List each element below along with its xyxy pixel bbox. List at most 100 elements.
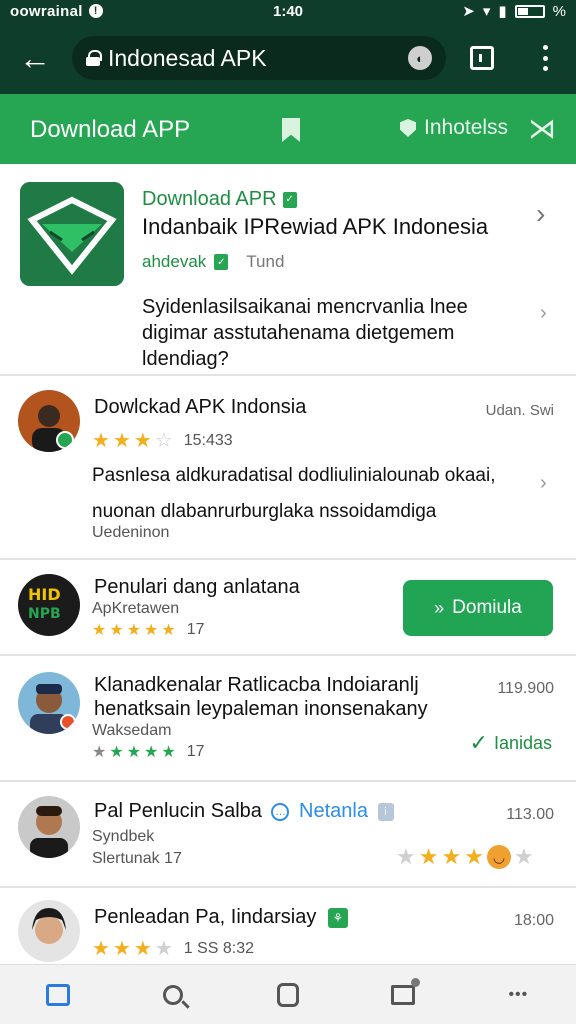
star-icon: ★ bbox=[109, 744, 124, 761]
list-item[interactable]: HID NPB Penulari dang anlatana ApKretawe… bbox=[0, 560, 576, 656]
more-icon: ••• bbox=[508, 985, 529, 1003]
avatar bbox=[18, 390, 80, 452]
item-sub: Waksedam bbox=[92, 722, 172, 739]
chevron-right-icon[interactable]: › bbox=[540, 472, 547, 495]
back-arrow-icon[interactable]: ← bbox=[0, 22, 70, 94]
featured-app-card[interactable]: Download APR ✓ Indanbaik IPRewiad APK In… bbox=[0, 164, 576, 376]
status-right: ➤ ▾ ▮ % bbox=[462, 2, 566, 21]
avatar bbox=[18, 900, 80, 962]
wifi-icon: ▾ bbox=[482, 3, 491, 20]
url-text: Indonesad APK bbox=[108, 44, 267, 71]
list-item[interactable]: Klanadkenalar Ratlicacba Indoiaranlj hen… bbox=[0, 656, 576, 782]
download-arrow-icon: » bbox=[434, 597, 445, 618]
star-icon: ★ bbox=[92, 430, 110, 452]
rating-text: 17 bbox=[186, 743, 205, 760]
nav-home[interactable] bbox=[28, 970, 88, 1020]
svg-text:NPB: NPB bbox=[28, 606, 61, 622]
star-icon: ★ bbox=[133, 430, 152, 452]
installed-status: ✓ Ianidas bbox=[470, 730, 552, 756]
item-title: Dowlckad APK Indonsia bbox=[94, 396, 307, 418]
nav-search[interactable] bbox=[143, 970, 203, 1020]
rating-stars: ★ ★ ★ ☆ 15:433 bbox=[92, 428, 233, 453]
item-title-row: Pal Penlucin Salba … Netanla i bbox=[94, 800, 394, 823]
address-bar[interactable]: Indonesad APK ◐ bbox=[72, 36, 446, 80]
star-icon: ☆ bbox=[154, 430, 173, 452]
header-link-label: Inhotelss bbox=[424, 116, 509, 139]
star-icon: ★ bbox=[92, 744, 107, 761]
header-link[interactable]: Inhotelss bbox=[400, 116, 508, 140]
status-left: oowrainal ! bbox=[10, 3, 210, 20]
item-meta: 119.900 bbox=[497, 680, 554, 697]
avatar bbox=[18, 796, 80, 858]
signal-icon: ▮ bbox=[498, 3, 507, 20]
featured-tag-label: Download APR bbox=[142, 188, 277, 210]
featured-title: Indanbaik IPRewiad APK Indonesia bbox=[142, 214, 489, 239]
star-icon: ★ bbox=[513, 844, 534, 869]
game-icon: ⚘ bbox=[327, 907, 348, 928]
rating-stars: ★ ★ ★ ★ ★ 17 bbox=[92, 742, 205, 762]
rating-stars: ★ ★ ★ ★ ★ 17 bbox=[92, 620, 205, 640]
lock-icon bbox=[86, 50, 102, 66]
star-icon: ★ bbox=[154, 938, 173, 960]
shield-icon bbox=[400, 119, 416, 137]
download-button-label: Domiula bbox=[452, 597, 522, 618]
site-info-icon[interactable]: ◐ bbox=[408, 46, 432, 70]
star-icon: ★ bbox=[92, 622, 107, 639]
tabs-icon[interactable] bbox=[470, 46, 494, 70]
item-sub-2: Slertunak 17 bbox=[92, 850, 182, 867]
star-icon: ★ bbox=[92, 938, 110, 960]
star-icon: ★ bbox=[144, 622, 159, 639]
message-icon bbox=[391, 984, 416, 1005]
item-tag: Netanla bbox=[299, 800, 368, 822]
star-icon: ★ bbox=[126, 744, 142, 761]
item-title-row: Penleadan Pa, Iindarsiay ⚘ bbox=[94, 906, 348, 929]
star-icon: ★ bbox=[161, 622, 176, 639]
item-title: Penleadan Pa, Iindarsiay bbox=[94, 906, 317, 928]
location-icon: ➤ bbox=[462, 3, 475, 20]
info-icon: i bbox=[377, 802, 394, 821]
smile-emoji-icon: ◡ bbox=[486, 845, 511, 869]
list-item[interactable]: Pal Penlucin Salba … Netanla i 113.00 Sy… bbox=[0, 782, 576, 888]
nav-profile[interactable] bbox=[258, 970, 318, 1020]
star-icon: ★ bbox=[144, 744, 159, 761]
item-sub: ApKretawen bbox=[92, 600, 180, 617]
item-meta: Udan. Swi bbox=[485, 402, 554, 419]
nav-more[interactable]: ••• bbox=[488, 970, 548, 1020]
overflow-menu-icon[interactable] bbox=[532, 42, 558, 74]
check-icon: ✓ bbox=[469, 730, 488, 755]
chevron-right-icon[interactable]: › bbox=[536, 198, 545, 230]
collapse-icon[interactable]: ⋊ bbox=[528, 112, 556, 145]
rating-text: 1 SS 8:32 bbox=[183, 939, 255, 957]
installed-label: Ianidas bbox=[493, 732, 552, 753]
item-sub: Syndbek bbox=[92, 828, 155, 845]
verified-icon: ✓ bbox=[282, 191, 297, 208]
nav-messages[interactable] bbox=[373, 970, 433, 1020]
developer-name: ahdevak bbox=[142, 252, 207, 271]
status-bar: oowrainal ! 1:40 ➤ ▾ ▮ % bbox=[0, 0, 576, 22]
avatar: HID NPB bbox=[18, 574, 80, 636]
verified-icon: ✓ bbox=[214, 254, 229, 270]
featured-developer-row: ahdevak ✓ Tund bbox=[142, 252, 284, 272]
featured-meta: Tund bbox=[246, 252, 285, 271]
download-button[interactable]: » Domiula bbox=[403, 580, 553, 636]
item-meta: 113.00 bbox=[506, 806, 554, 823]
star-icon: ★ bbox=[126, 622, 142, 639]
item-title: Penulari dang anlatana bbox=[94, 576, 300, 598]
chevron-right-icon[interactable]: › bbox=[540, 302, 547, 325]
star-icon: ★ bbox=[112, 938, 131, 960]
item-sub: Uedeninon bbox=[92, 524, 170, 541]
rating-stars: ★ ★ ★ ★ 1 SS 8:32 bbox=[92, 936, 254, 961]
avatar bbox=[18, 672, 80, 734]
bookmark-icon[interactable] bbox=[282, 118, 300, 142]
star-icon: ★ bbox=[418, 844, 439, 869]
featured-tag: Download APR ✓ bbox=[142, 188, 297, 211]
list-item[interactable]: Penleadan Pa, Iindarsiay ⚘ 18:00 ★ ★ ★ ★… bbox=[0, 888, 576, 964]
star-icon: ★ bbox=[161, 744, 176, 761]
star-icon: ★ bbox=[109, 622, 124, 639]
star-icon: ★ bbox=[396, 844, 416, 869]
app-title: Download APP bbox=[30, 116, 191, 143]
list-item[interactable]: Dowlckad APK Indonsia Udan. Swi ★ ★ ★ ☆ … bbox=[0, 378, 576, 560]
rating-stars: ★ ★ ★ ★ ◡ ★ bbox=[396, 844, 534, 870]
chat-icon: … bbox=[271, 802, 290, 821]
rating-text: 17 bbox=[186, 621, 205, 638]
